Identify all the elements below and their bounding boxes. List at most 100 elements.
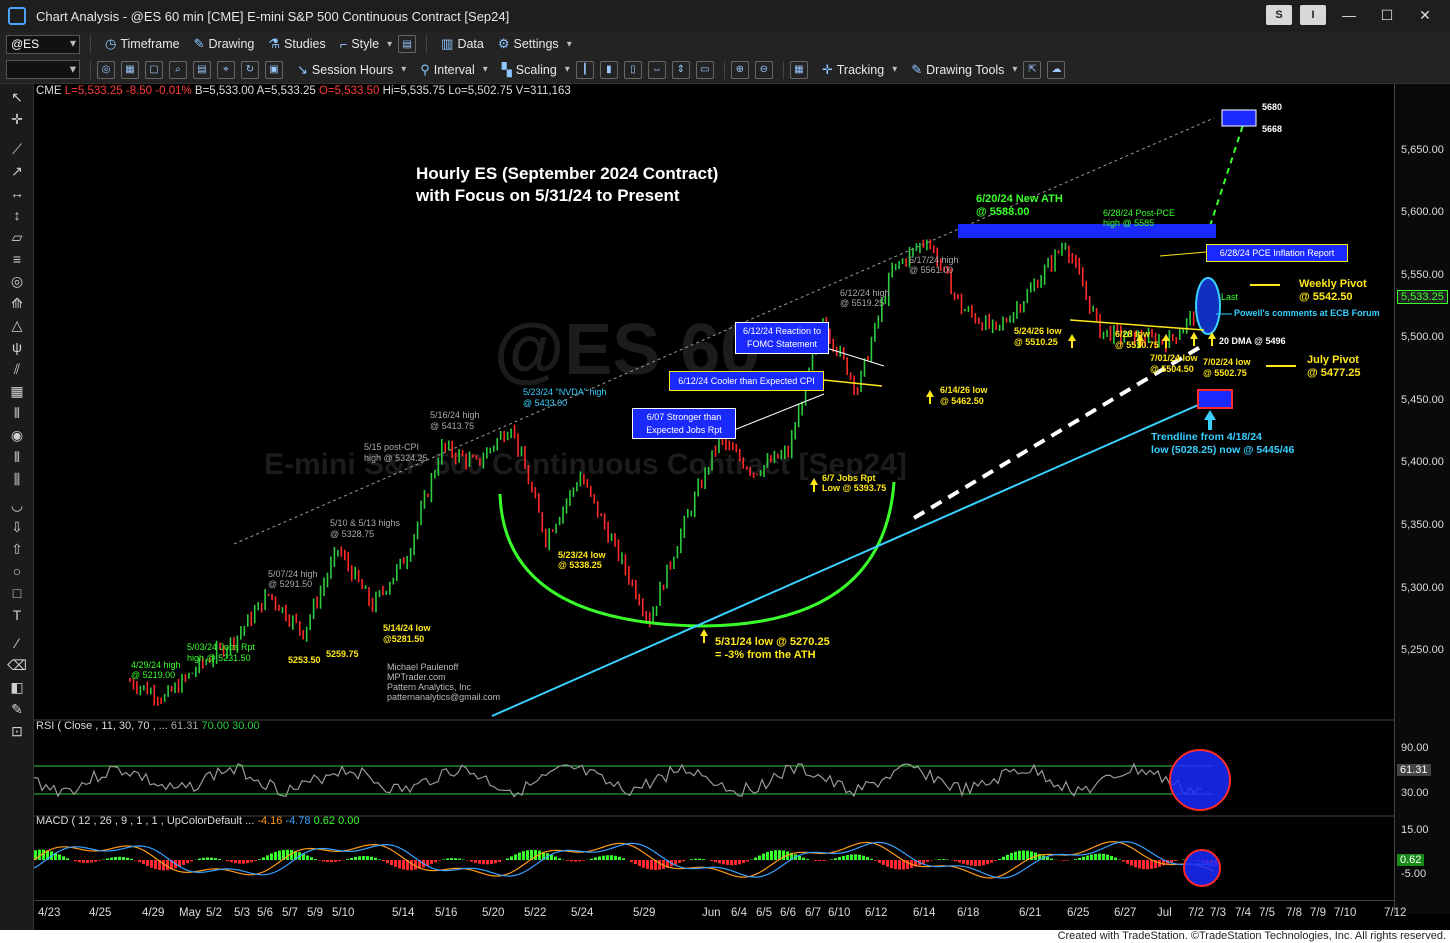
speed-line-icon[interactable]: ⟰ <box>8 294 26 312</box>
hollow-candle-icon[interactable]: ▯ <box>623 60 642 79</box>
window-title: Chart Analysis - @ES 60 min [CME] E-mini… <box>36 8 510 24</box>
scaling-icon: ▚ <box>501 61 512 77</box>
settings-menu[interactable]: ⚙ Settings ▾ <box>498 36 572 52</box>
annotation-6-28-high: 6/28/24 Post-PCE high @ 5585 <box>1103 208 1175 228</box>
macd-histogram-bar <box>86 860 89 863</box>
arc-icon[interactable]: ◡ <box>8 496 26 514</box>
zoom-out-icon[interactable]: ⊖ <box>754 60 773 79</box>
color-icon[interactable]: ◧ <box>8 678 26 696</box>
macd-histogram-bar <box>246 860 249 864</box>
time-axis-label: 4/25 <box>89 907 112 919</box>
edit-icon[interactable]: ✎ <box>8 700 26 718</box>
bar-grid-icon[interactable]: ⫼ <box>8 470 26 488</box>
bar-chart-icon[interactable]: ┃ <box>575 60 594 79</box>
regression-icon[interactable]: ⫽ <box>8 360 26 378</box>
time-axis[interactable]: 4/23 4/25 4/29 May 5/2 5/3 5/6 5/7 5/9 5/10 5/14 5/… <box>34 900 1406 928</box>
macd-histogram-bar <box>618 856 621 860</box>
save-icon[interactable]: ▣ <box>265 60 283 79</box>
layout-icon[interactable]: ▤ <box>398 35 417 53</box>
snap-icon[interactable]: ⌖ <box>217 60 235 79</box>
lock-icon[interactable]: ⊡ <box>8 722 26 740</box>
data-window-icon[interactable]: ▤ <box>193 60 211 79</box>
macd-histogram-bar <box>842 855 845 860</box>
ellipse-icon[interactable]: ○ <box>8 562 26 580</box>
macd-histogram-bar <box>478 860 481 864</box>
low-price: Lo=5,502.75 <box>448 85 513 97</box>
session-hours-menu[interactable]: ↘ Session Hours ▾ <box>297 62 406 78</box>
annotation-line: @ 5504.50 <box>1150 364 1194 374</box>
rsi-label-row: RSI ( Close , 11, 30, 70 , ... 61.31 70.… <box>36 720 260 732</box>
close-icon[interactable]: ✕ <box>1410 4 1440 26</box>
zoom-window-icon[interactable]: ⌕ <box>169 60 187 79</box>
arrow-up-icon <box>926 390 934 404</box>
spiral-icon[interactable]: ◉ <box>8 426 26 444</box>
grid-toggle-icon[interactable]: ▦ <box>789 60 808 79</box>
link-icon[interactable]: ◎ <box>97 60 115 79</box>
macd-histogram-bar <box>138 860 141 863</box>
macd-histogram-bar <box>146 860 149 867</box>
line-style-icon[interactable]: ⁄ <box>8 634 26 652</box>
export-icon[interactable]: ⇱ <box>1023 60 1042 79</box>
price-scale[interactable]: 5,650.00 5,600.00 5,550.00 5,533.25 5,50… <box>1394 84 1450 914</box>
timeframe-menu[interactable]: ◷ Timeframe <box>105 36 180 52</box>
arrow-up-icon[interactable]: ⇧ <box>8 540 26 558</box>
cycle-icon[interactable]: ⫴ <box>8 404 26 422</box>
interval-input[interactable] <box>6 60 80 79</box>
drawing-tools-menu[interactable]: ✎ Drawing Tools ▾ <box>911 62 1017 78</box>
interval-menu[interactable]: ⚲ Interval ▾ <box>420 62 488 78</box>
crosshair-icon[interactable]: ✛ <box>8 110 26 128</box>
time-axis-label: 4/23 <box>38 907 61 919</box>
macd-histogram-bar <box>274 851 277 860</box>
style-label: Style <box>351 37 380 51</box>
symbol-input[interactable]: @ES <box>6 34 80 54</box>
annotation-line: @ 5510.25 <box>1014 337 1058 347</box>
drawing-menu[interactable]: ✎ Drawing <box>194 36 255 52</box>
grid-tool-icon[interactable]: ▦ <box>8 382 26 400</box>
vertical-line-icon[interactable]: ↕ <box>8 206 26 224</box>
i-button[interactable]: I <box>1300 5 1326 25</box>
trendline-icon[interactable]: ⟋ <box>8 140 26 158</box>
gann-icon[interactable]: ◎ <box>8 272 26 290</box>
eraser-icon[interactable]: ⌫ <box>7 656 27 674</box>
time-zone-icon[interactable]: ⦀ <box>8 448 26 466</box>
pointer-icon[interactable]: ↖ <box>8 88 26 106</box>
macd-histogram-bar <box>1174 860 1177 862</box>
horizontal-line-icon[interactable]: ↔ <box>8 184 26 202</box>
credit-text: Created with TradeStation. ©TradeStation… <box>1057 930 1446 942</box>
minimize-icon[interactable]: — <box>1334 4 1364 26</box>
annotation-5-23-low: 5/23/24 low @ 5338.25 <box>558 550 606 570</box>
expand-icon[interactable]: ⇕ <box>671 60 690 79</box>
tracking-menu[interactable]: ✛ Tracking ▾ <box>822 62 897 78</box>
macd-histogram-bar <box>890 860 893 869</box>
scaling-menu[interactable]: ▚ Scaling ▾ <box>502 62 570 78</box>
data-menu[interactable]: ▥ Data <box>441 36 484 52</box>
target-5680: 5680 <box>1262 102 1283 112</box>
triangle-icon[interactable]: △ <box>8 316 26 334</box>
text-icon[interactable]: T <box>8 606 26 624</box>
cloud-icon[interactable]: ☁ <box>1047 60 1066 79</box>
maximize-icon[interactable]: ☐ <box>1372 4 1402 26</box>
arrow-down-icon[interactable]: ⇩ <box>8 518 26 536</box>
zoom-in-icon[interactable]: ⊕ <box>730 60 749 79</box>
s-button[interactable]: S <box>1266 5 1292 25</box>
line-chart-icon[interactable]: ▭ <box>695 60 714 79</box>
fib-icon[interactable]: ≡ <box>8 250 26 268</box>
annotation-line: high @ 5585 <box>1103 218 1155 228</box>
style-menu[interactable]: ⌐ Style ▾ <box>340 37 392 52</box>
studies-menu[interactable]: ⚗ Studies <box>268 36 325 52</box>
macd-histogram-bar <box>574 860 577 862</box>
pitchfork-icon[interactable]: ψ <box>8 338 26 356</box>
macd-histogram-bar <box>1086 855 1089 860</box>
ray-icon[interactable]: ↗ <box>8 162 26 180</box>
price-chart[interactable]: @ES 60 E-mini S&P 500 Continuous Contrac… <box>34 84 1394 930</box>
macd-zero-value: 0.00 <box>338 815 360 827</box>
rectangle-icon[interactable]: □ <box>8 584 26 602</box>
compress-icon[interactable]: ⇔ <box>647 60 666 79</box>
window-icon[interactable]: ▢ <box>145 60 163 79</box>
refresh-icon[interactable]: ↻ <box>241 60 259 79</box>
channel-icon[interactable]: ▱ <box>8 228 26 246</box>
macd-histogram-bar <box>110 857 113 860</box>
candle-chart-icon[interactable]: ▮ <box>599 60 618 79</box>
annotation-line: 6/28/24 Post-PCE <box>1103 208 1176 218</box>
grid-icon[interactable]: ▦ <box>121 60 139 79</box>
